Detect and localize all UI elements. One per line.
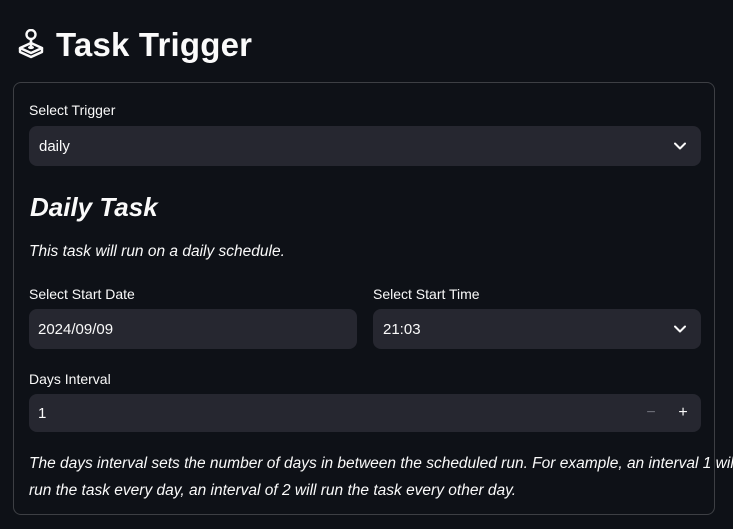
trigger-select-label: Select Trigger [29,102,116,118]
trigger-form: Select Trigger daily Daily Task This tas… [13,82,733,515]
start-time-select[interactable]: 21:03 [373,309,701,349]
start-time-value: 21:03 [383,320,421,338]
interval-help-line-2: run the task every day, an interval of 2… [29,482,517,499]
days-interval-label: Days Interval [29,371,111,387]
trigger-select[interactable]: daily [29,126,701,166]
joystick-icon [16,28,46,60]
days-interval-stepper: 1 − + [29,394,701,432]
daily-task-description: This task will run on a daily schedule. [29,243,285,260]
start-date-label: Select Start Date [29,286,135,302]
days-interval-input[interactable]: 1 [29,405,635,422]
app-page: Task Trigger Select Trigger daily Daily … [0,0,733,529]
start-date-input[interactable]: 2024/09/09 [29,309,357,349]
daily-task-subheader: Daily Task [30,192,158,222]
chevron-down-icon [673,139,687,153]
decrement-button[interactable]: − [635,394,667,432]
page-title: Task Trigger [56,25,253,63]
start-date-value: 2024/09/09 [38,320,114,338]
page-header: Task Trigger [16,22,252,66]
start-time-label: Select Start Time [373,286,480,302]
increment-button[interactable]: + [667,394,699,432]
chevron-down-icon [673,322,687,336]
trigger-select-value: daily [39,137,70,155]
interval-help-line-1: The days interval sets the number of day… [29,455,733,472]
